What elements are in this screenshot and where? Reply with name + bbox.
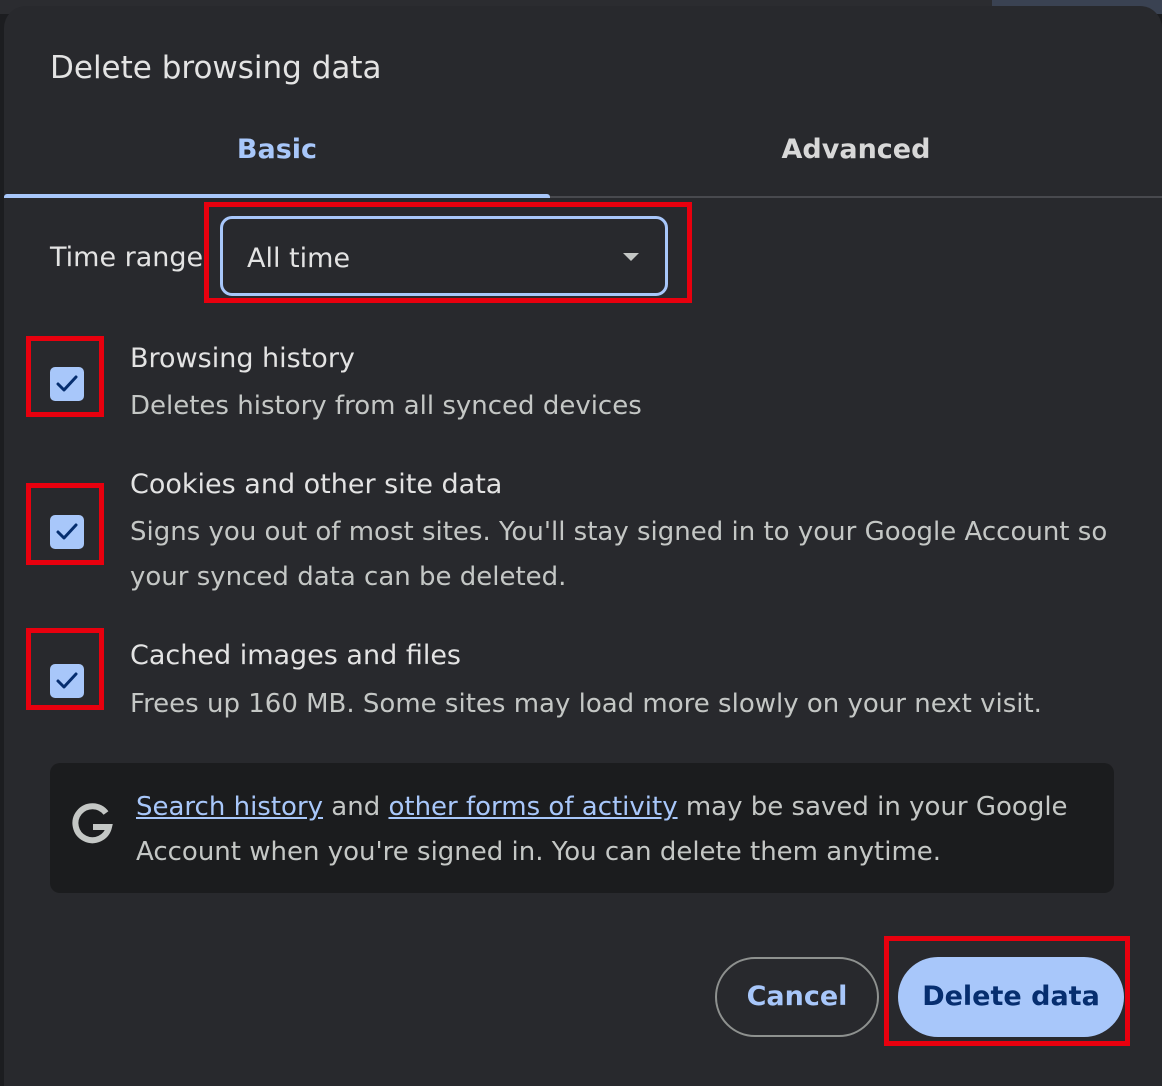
checkmark-icon xyxy=(56,672,78,689)
time-range-label: Time range xyxy=(50,242,204,273)
cancel-button[interactable]: Cancel xyxy=(715,957,879,1037)
tab-bar: Basic Advanced xyxy=(4,110,1162,198)
other-activity-link[interactable]: other forms of activity xyxy=(388,792,677,822)
cached-files-description: Frees up 160 MB. Some sites may load mor… xyxy=(130,689,1042,719)
search-history-link[interactable]: Search history xyxy=(136,792,323,822)
time-range-select[interactable]: All time xyxy=(220,216,668,296)
browsing-history-description: Deletes history from all synced devices xyxy=(130,391,642,421)
tab-basic[interactable]: Basic xyxy=(4,110,550,196)
cookies-title: Cookies and other site data xyxy=(130,469,503,500)
dialog-title: Delete browsing data xyxy=(50,50,382,86)
google-activity-info: Search history and other forms of activi… xyxy=(50,763,1114,893)
active-tab-indicator xyxy=(4,194,550,198)
info-and: and xyxy=(331,792,381,822)
delete-browsing-data-dialog: Delete browsing data Basic Advanced Time… xyxy=(4,6,1162,1086)
browsing-history-title: Browsing history xyxy=(130,343,355,374)
checkmark-icon xyxy=(56,375,78,392)
cookies-description: Signs you out of most sites. You'll stay… xyxy=(130,517,1108,592)
google-g-icon xyxy=(72,803,113,844)
info-text: Search history and other forms of activi… xyxy=(136,785,1096,875)
cached-files-checkbox[interactable] xyxy=(50,664,84,698)
cookies-checkbox[interactable] xyxy=(50,515,84,549)
tab-advanced[interactable]: Advanced xyxy=(550,110,1162,196)
cached-files-title: Cached images and files xyxy=(130,640,462,671)
browsing-history-checkbox[interactable] xyxy=(50,367,84,401)
dropdown-arrow-icon xyxy=(623,253,639,261)
time-range-value: All time xyxy=(247,243,351,274)
delete-data-button[interactable]: Delete data xyxy=(898,957,1124,1037)
checkmark-icon xyxy=(56,523,78,540)
